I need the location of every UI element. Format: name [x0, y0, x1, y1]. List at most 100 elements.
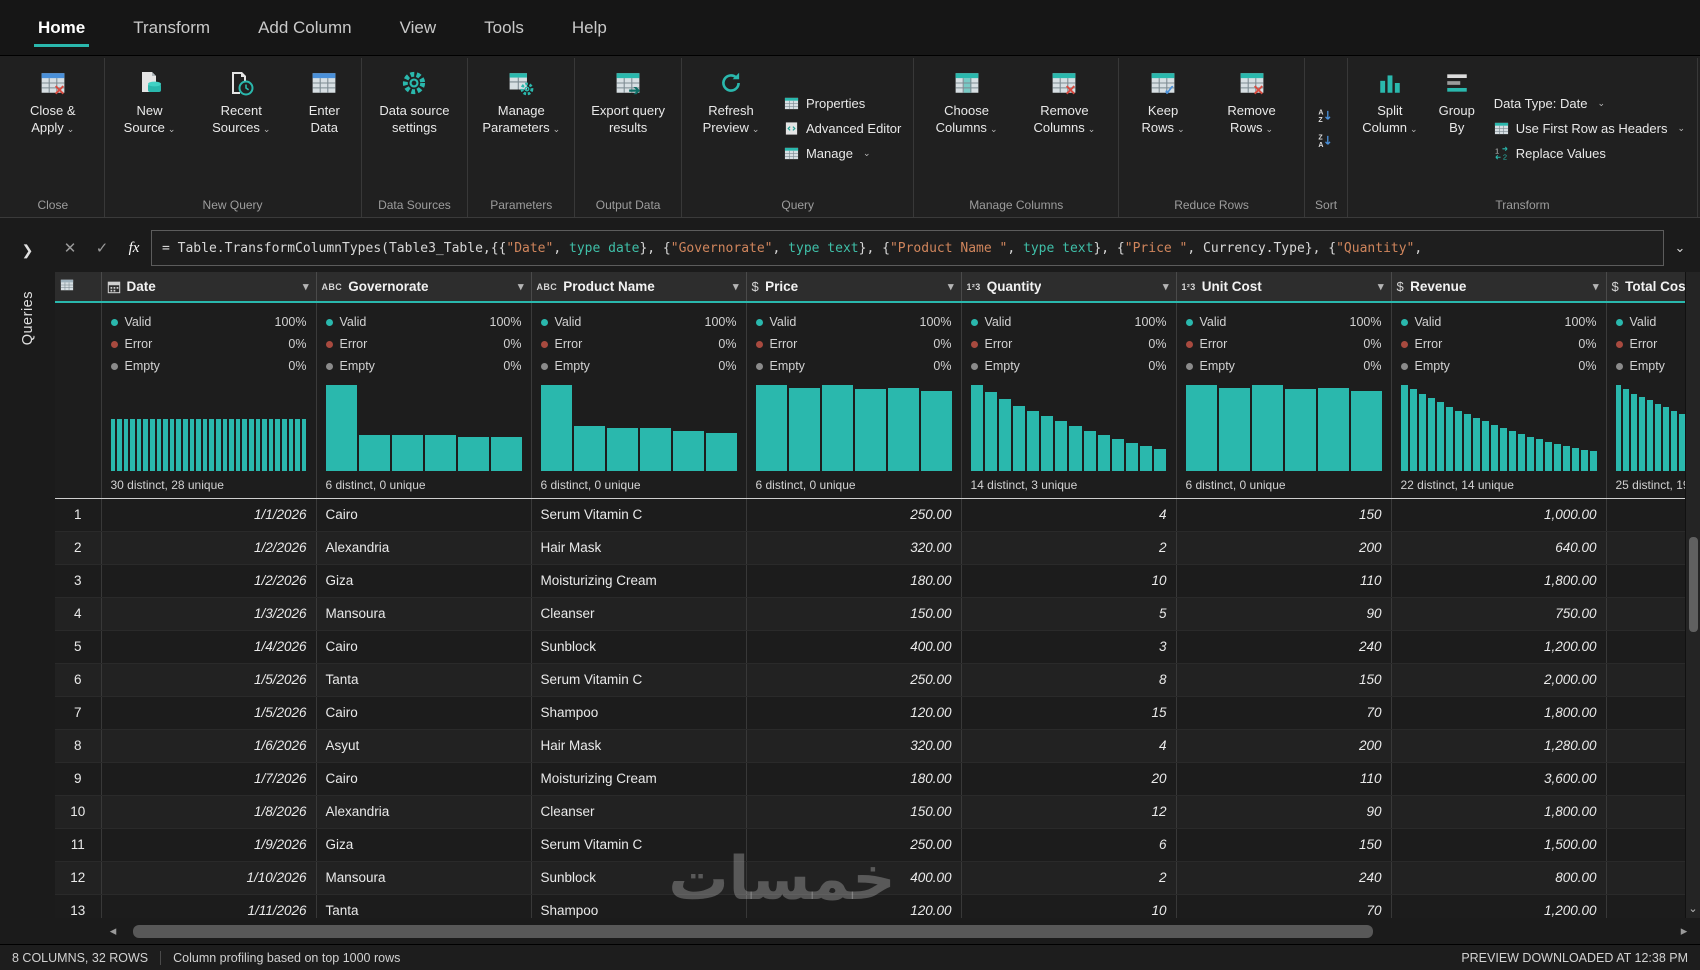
- cell-revenue[interactable]: 1,500.00: [1391, 828, 1607, 862]
- cell-product-name[interactable]: Hair Mask: [531, 729, 747, 763]
- value-distribution-histogram[interactable]: [1400, 385, 1597, 471]
- cell-date[interactable]: 1/6/2026: [101, 729, 317, 763]
- cell-quantity[interactable]: 8: [961, 663, 1177, 697]
- cell-quantity[interactable]: 20: [961, 762, 1177, 796]
- cell-product-name[interactable]: Moisturizing Cream: [531, 762, 747, 796]
- ribbon-button-recent-sources[interactable]: Recent Sources ⌄: [190, 60, 292, 196]
- cell-total-cost[interactable]: [1606, 564, 1685, 598]
- horizontal-scrollbar-track[interactable]: [133, 924, 1664, 938]
- cell-price[interactable]: 400.00: [746, 630, 962, 664]
- ribbon-button-properties[interactable]: Properties: [779, 94, 906, 113]
- ribbon-button-enter-data[interactable]: Enter Data: [292, 60, 356, 196]
- formula-accept-icon[interactable]: ✓: [87, 239, 117, 257]
- vertical-scrollbar[interactable]: ⌄: [1685, 272, 1700, 918]
- menu-tab-tools[interactable]: Tools: [460, 0, 548, 55]
- ribbon-button-remove-rows[interactable]: ✕ Remove Rows ⌄: [1203, 60, 1300, 196]
- cell-date[interactable]: 1/2/2026: [101, 564, 317, 598]
- scroll-right-icon[interactable]: ▸: [1672, 923, 1696, 939]
- row-number[interactable]: 11: [55, 828, 102, 862]
- scroll-down-icon[interactable]: ⌄: [1686, 902, 1700, 915]
- value-distribution-histogram[interactable]: [325, 385, 522, 471]
- column-header-unit-cost[interactable]: 1²3 Unit Cost ▾: [1176, 272, 1392, 303]
- ribbon-button-sort-descending[interactable]: ZA: [1312, 131, 1337, 150]
- row-number[interactable]: 5: [55, 630, 102, 664]
- cell-governorate[interactable]: Tanta: [316, 894, 532, 918]
- cell-quantity[interactable]: 10: [961, 894, 1177, 918]
- filter-chevron-icon[interactable]: ▾: [1591, 280, 1601, 293]
- cell-revenue[interactable]: 750.00: [1391, 597, 1607, 631]
- ribbon-button-new-source[interactable]: New Source ⌄: [109, 60, 191, 196]
- cell-product-name[interactable]: Hair Mask: [531, 531, 747, 565]
- cell-quantity[interactable]: 5: [961, 597, 1177, 631]
- cell-governorate[interactable]: Tanta: [316, 663, 532, 697]
- cell-governorate[interactable]: Cairo: [316, 630, 532, 664]
- cell-quantity[interactable]: 15: [961, 696, 1177, 730]
- cell-price[interactable]: 400.00: [746, 861, 962, 895]
- cell-price[interactable]: 150.00: [746, 597, 962, 631]
- cell-unit-cost[interactable]: 90: [1176, 795, 1392, 829]
- cell-total-cost[interactable]: [1606, 729, 1685, 763]
- menu-tab-home[interactable]: Home: [14, 0, 109, 55]
- cell-price[interactable]: 250.00: [746, 663, 962, 697]
- value-distribution-histogram[interactable]: [540, 385, 737, 471]
- cell-governorate[interactable]: Asyut: [316, 729, 532, 763]
- ribbon-button-keep-rows[interactable]: ✓ Keep Rows ⌄: [1123, 60, 1203, 196]
- cell-revenue[interactable]: 2,000.00: [1391, 663, 1607, 697]
- row-number[interactable]: 2: [55, 531, 102, 565]
- cell-unit-cost[interactable]: 70: [1176, 894, 1392, 918]
- row-number[interactable]: 13: [55, 894, 102, 918]
- cell-governorate[interactable]: Alexandria: [316, 795, 532, 829]
- cell-quantity[interactable]: 3: [961, 630, 1177, 664]
- cell-revenue[interactable]: 800.00: [1391, 861, 1607, 895]
- value-distribution-histogram[interactable]: [970, 385, 1167, 471]
- cell-product-name[interactable]: Serum Vitamin C: [531, 663, 747, 697]
- cell-total-cost[interactable]: [1606, 696, 1685, 730]
- cell-total-cost[interactable]: [1606, 498, 1685, 532]
- cell-governorate[interactable]: Cairo: [316, 762, 532, 796]
- cell-unit-cost[interactable]: 200: [1176, 729, 1392, 763]
- cell-price[interactable]: 120.00: [746, 894, 962, 918]
- cell-total-cost[interactable]: [1606, 531, 1685, 565]
- cell-revenue[interactable]: 1,280.00: [1391, 729, 1607, 763]
- row-number[interactable]: 9: [55, 762, 102, 796]
- filter-chevron-icon[interactable]: ▾: [1376, 280, 1386, 293]
- cell-date[interactable]: 1/8/2026: [101, 795, 317, 829]
- cell-price[interactable]: 250.00: [746, 498, 962, 532]
- cell-quantity[interactable]: 2: [961, 531, 1177, 565]
- cell-quantity[interactable]: 12: [961, 795, 1177, 829]
- cell-revenue[interactable]: 1,200.00: [1391, 894, 1607, 918]
- cell-date[interactable]: 1/5/2026: [101, 663, 317, 697]
- value-distribution-histogram[interactable]: [1185, 385, 1382, 471]
- cell-total-cost[interactable]: [1606, 795, 1685, 829]
- cell-revenue[interactable]: 1,000.00: [1391, 498, 1607, 532]
- cell-date[interactable]: 1/3/2026: [101, 597, 317, 631]
- column-header-price[interactable]: $ Price ▾: [746, 272, 962, 303]
- cell-total-cost[interactable]: [1606, 597, 1685, 631]
- ribbon-button-export-query-results[interactable]: ➔ Export query results: [579, 60, 677, 196]
- column-header-date[interactable]: Date ▾: [101, 272, 317, 303]
- cell-product-name[interactable]: Moisturizing Cream: [531, 564, 747, 598]
- cell-total-cost[interactable]: [1606, 828, 1685, 862]
- cell-date[interactable]: 1/9/2026: [101, 828, 317, 862]
- ribbon-button-use-first-row-as-headers[interactable]: Use First Row as Headers ⌄: [1489, 119, 1690, 138]
- formula-expand-chevron-icon[interactable]: ⌄: [1666, 240, 1694, 256]
- cell-governorate[interactable]: Cairo: [316, 498, 532, 532]
- cell-unit-cost[interactable]: 240: [1176, 861, 1392, 895]
- cell-quantity[interactable]: 4: [961, 498, 1177, 532]
- cell-quantity[interactable]: 4: [961, 729, 1177, 763]
- menu-tab-transform[interactable]: Transform: [109, 0, 234, 55]
- cell-revenue[interactable]: 1,200.00: [1391, 630, 1607, 664]
- row-number[interactable]: 12: [55, 861, 102, 895]
- formula-cancel-icon[interactable]: ✕: [55, 239, 85, 257]
- filter-chevron-icon[interactable]: ▾: [1161, 280, 1171, 293]
- filter-chevron-icon[interactable]: ▾: [946, 280, 956, 293]
- filter-chevron-icon[interactable]: ▾: [516, 280, 526, 293]
- cell-date[interactable]: 1/11/2026: [101, 894, 317, 918]
- cell-product-name[interactable]: Cleanser: [531, 597, 747, 631]
- cell-revenue[interactable]: 1,800.00: [1391, 696, 1607, 730]
- ribbon-button-data-source-settings[interactable]: Data source settings: [366, 60, 464, 196]
- horizontal-scrollbar-thumb[interactable]: [133, 924, 1374, 938]
- cell-revenue[interactable]: 640.00: [1391, 531, 1607, 565]
- cell-date[interactable]: 1/2/2026: [101, 531, 317, 565]
- cell-unit-cost[interactable]: 110: [1176, 564, 1392, 598]
